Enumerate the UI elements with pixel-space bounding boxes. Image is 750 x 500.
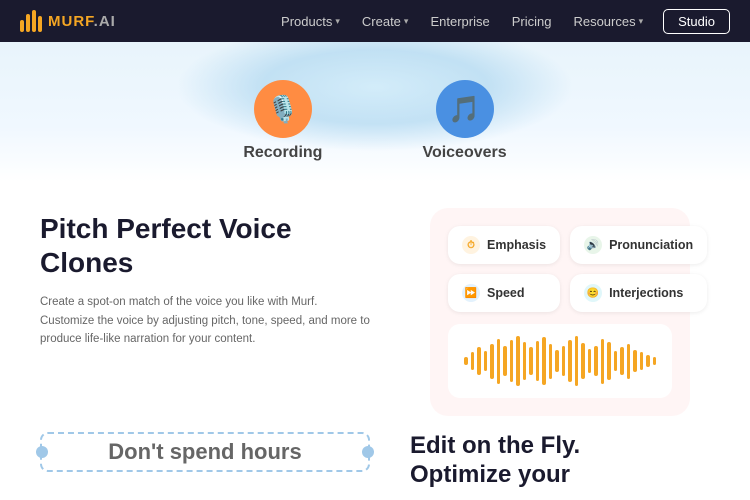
emphasis-button[interactable]: ⏱ Emphasis	[448, 226, 560, 264]
wave-bar	[620, 347, 624, 375]
speed-button[interactable]: ⏩ Speed	[448, 274, 560, 312]
wave-bar	[653, 357, 657, 365]
nav-enterprise[interactable]: Enterprise	[422, 10, 497, 33]
nav-pricing-label: Pricing	[512, 14, 552, 29]
wave-bar	[549, 344, 553, 379]
wave-bar	[633, 350, 637, 372]
wave-bar	[555, 350, 559, 372]
studio-button[interactable]: Studio	[663, 9, 730, 34]
wave-bar	[646, 355, 650, 367]
edit-title: Edit on the Fly. Optimize your	[410, 432, 710, 490]
nav-products-label: Products	[281, 14, 332, 29]
wave-bar	[601, 339, 605, 384]
wave-bar	[607, 342, 611, 380]
bottom-right: Edit on the Fly. Optimize your	[410, 432, 710, 500]
nav-create[interactable]: Create ▾	[354, 10, 417, 33]
nav-links: Products ▾ Create ▾ Enterprise Pricing R…	[273, 9, 730, 34]
pitch-title-line2: Clones	[40, 247, 133, 278]
wave-bar	[516, 336, 520, 386]
voiceover-label: Voiceovers	[422, 144, 506, 162]
emphasis-icon: ⏱	[462, 236, 480, 254]
dashed-dot-right	[362, 446, 374, 458]
pitch-title: Pitch Perfect Voice Clones	[40, 212, 370, 279]
logo[interactable]: MURF.AI	[20, 10, 116, 32]
wave-bar	[536, 341, 540, 381]
resources-chevron-icon: ▾	[639, 16, 644, 27]
voiceover-icon: 🎵	[436, 80, 494, 138]
wave-bar	[529, 347, 533, 375]
edit-title-line1: Edit on the Fly.	[410, 432, 580, 459]
hero-blob	[175, 42, 575, 152]
voice-card: ⏱ Emphasis 🔊 Pronunciation ⏩ Speed 😊 Int…	[430, 208, 690, 416]
pronunciation-label: Pronunciation	[609, 238, 693, 252]
hero-section: 🎙️ Recording 🎵 Voiceovers	[0, 42, 750, 182]
wave-bar	[523, 342, 527, 380]
dashed-box: Don't spend hours	[40, 432, 370, 472]
dont-spend-label: Don't spend hours	[108, 439, 301, 465]
bottom-left: Don't spend hours	[40, 432, 370, 500]
bottom-section: Don't spend hours Edit on the Fly. Optim…	[0, 432, 750, 500]
wave-bar	[497, 339, 501, 384]
pitch-title-line1: Pitch Perfect Voice	[40, 213, 292, 244]
wave-bar	[614, 351, 618, 371]
navbar: MURF.AI Products ▾ Create ▾ Enterprise P…	[0, 0, 750, 42]
pronunciation-icon: 🔊	[584, 236, 602, 254]
left-content: Pitch Perfect Voice Clones Create a spot…	[40, 212, 370, 412]
logo-ai: .AI	[94, 13, 116, 30]
wave-bar	[490, 344, 494, 379]
products-chevron-icon: ▾	[335, 16, 340, 27]
logo-bar-4	[38, 16, 42, 32]
pronunciation-button[interactable]: 🔊 Pronunciation	[570, 226, 707, 264]
nav-products[interactable]: Products ▾	[273, 10, 348, 33]
speed-label: Speed	[487, 286, 525, 300]
right-content: ⏱ Emphasis 🔊 Pronunciation ⏩ Speed 😊 Int…	[410, 212, 710, 412]
speed-icon: ⏩	[462, 284, 480, 302]
dashed-dot-left	[36, 446, 48, 458]
interjections-label: Interjections	[609, 286, 683, 300]
waveform-container	[448, 324, 672, 398]
edit-title-line2: Optimize your	[410, 461, 570, 488]
nav-resources-label: Resources	[573, 14, 635, 29]
wave-bar	[581, 343, 585, 379]
wave-bar	[464, 357, 468, 365]
emphasis-label: Emphasis	[487, 238, 546, 252]
wave-bar	[477, 347, 481, 375]
nav-create-label: Create	[362, 14, 401, 29]
nav-pricing[interactable]: Pricing	[504, 10, 560, 33]
wave-bar	[562, 346, 566, 376]
voiceover-section: 🎵 Voiceovers	[422, 80, 506, 162]
interjections-icon: 😊	[584, 284, 602, 302]
logo-bar-3	[32, 10, 36, 32]
create-chevron-icon: ▾	[404, 16, 409, 27]
wave-bar	[542, 337, 546, 385]
wave-bar	[568, 340, 572, 382]
wave-bar	[503, 346, 507, 376]
nav-resources[interactable]: Resources ▾	[565, 10, 651, 33]
nav-enterprise-label: Enterprise	[430, 14, 489, 29]
recording-label: Recording	[243, 144, 322, 162]
recording-section: 🎙️ Recording	[243, 80, 322, 162]
wave-bar	[640, 352, 644, 370]
wave-bar	[471, 352, 475, 370]
wave-bar	[588, 349, 592, 373]
logo-murf: MURF	[48, 13, 94, 30]
wave-bar	[627, 344, 631, 379]
logo-bars-icon	[20, 10, 42, 32]
wave-bar	[510, 340, 514, 382]
wave-bar	[575, 336, 579, 386]
logo-bar-2	[26, 14, 30, 32]
recording-icon: 🎙️	[254, 80, 312, 138]
interjections-button[interactable]: 😊 Interjections	[570, 274, 707, 312]
wave-bar	[594, 346, 598, 376]
logo-bar-1	[20, 20, 24, 32]
logo-text: MURF.AI	[48, 13, 116, 30]
main-content: Pitch Perfect Voice Clones Create a spot…	[0, 182, 750, 432]
wave-bar	[484, 351, 488, 371]
feature-buttons: ⏱ Emphasis 🔊 Pronunciation ⏩ Speed 😊 Int…	[448, 226, 672, 312]
pitch-description: Create a spot-on match of the voice you …	[40, 293, 370, 348]
